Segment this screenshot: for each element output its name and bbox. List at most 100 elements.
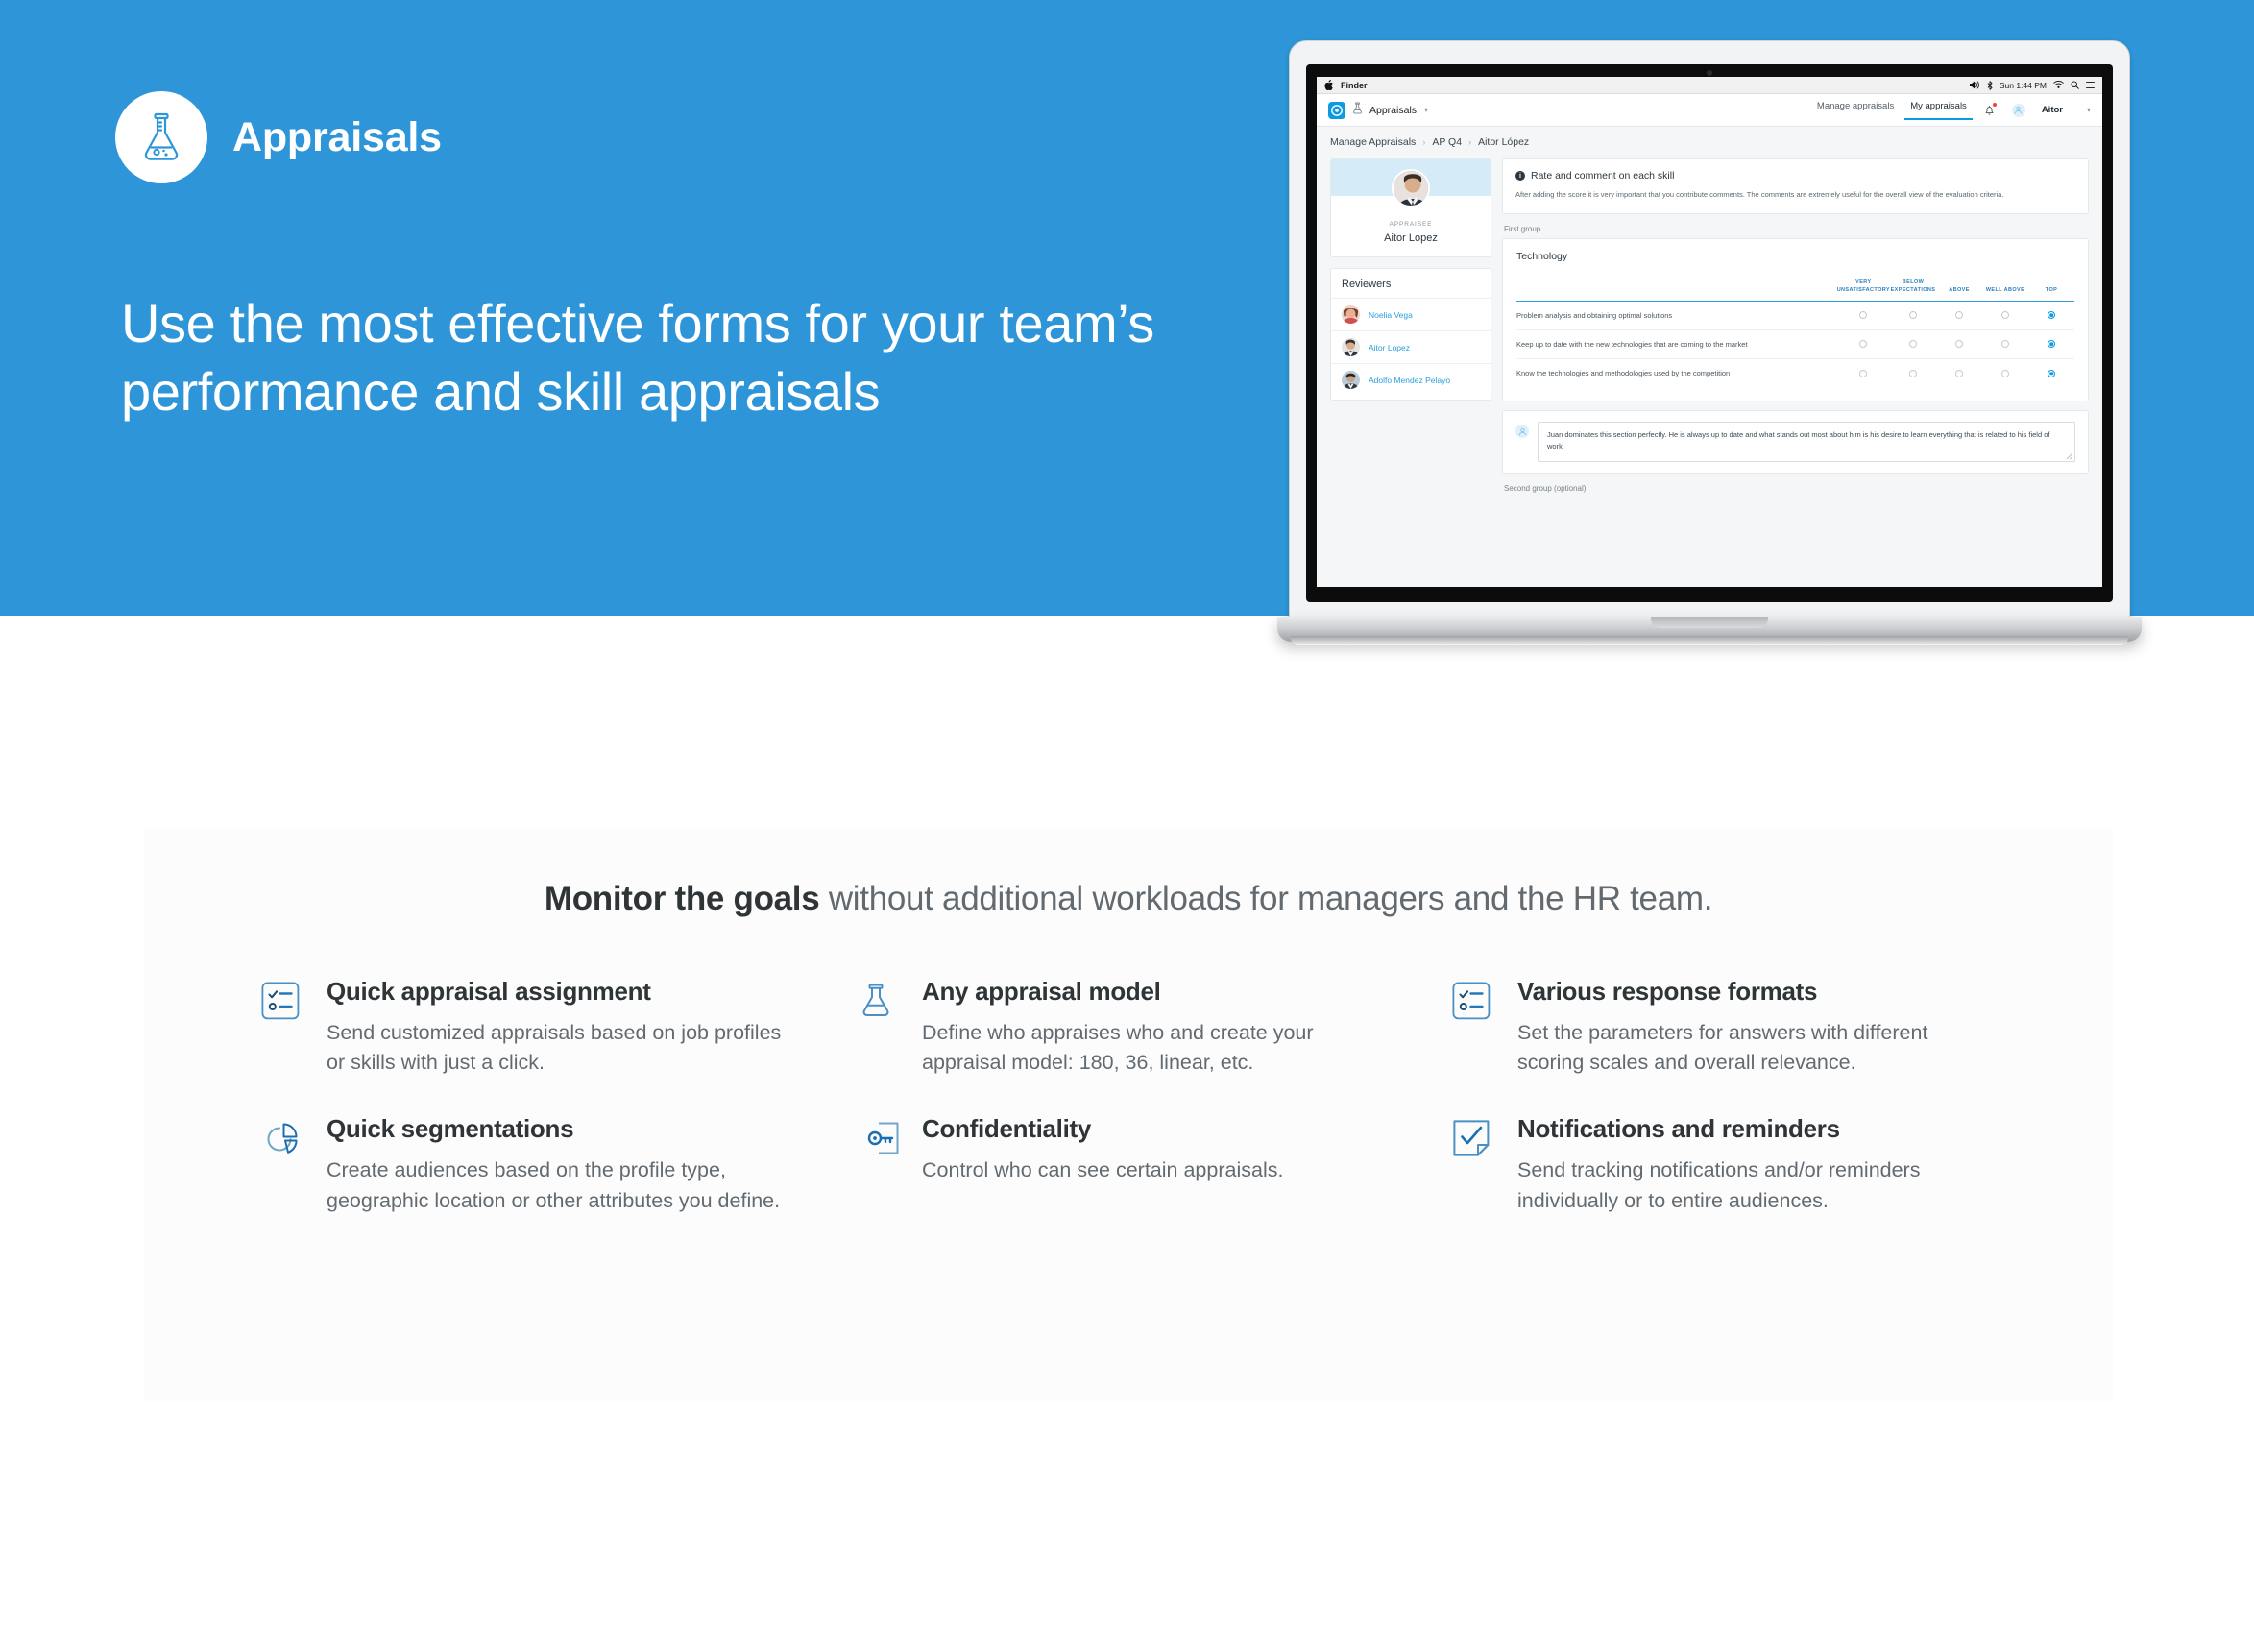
feature-various-response-formats: Various response formats Set the paramet… [1452,978,2067,1079]
radio-option[interactable] [1955,369,1963,377]
radio-option[interactable] [1859,311,1868,320]
key-document-icon [857,1115,901,1216]
skill-option-cell[interactable] [2028,301,2074,330]
reviewers-card: Reviewers Noelia Vega Aitor Lopez Adolfo… [1330,268,1491,401]
radio-option[interactable] [1955,340,1963,349]
feature-title: Various response formats [1517,977,1818,1006]
notification-badge [1992,103,1997,107]
skill-option-cell[interactable] [1890,359,1936,388]
pie-chart-icon [261,1115,305,1216]
skill-option-cell[interactable] [1836,329,1890,360]
radio-option[interactable] [1859,369,1868,377]
skill-option-cell[interactable] [1890,301,1936,330]
flask-icon [857,978,901,1079]
skill-option-cell[interactable] [1982,329,2028,360]
search-icon[interactable] [2071,81,2079,89]
feature-text: Quick segmentations Create audiences bas… [327,1115,788,1216]
feature-notifications-and-reminders: Notifications and reminders Send trackin… [1452,1115,2067,1216]
reviewer-item[interactable]: Aitor Lopez [1331,330,1491,363]
bell-icon[interactable] [1983,103,1997,116]
features-section: Monitor the goals without additional wor… [144,828,2113,1401]
user-chevron-down-icon[interactable]: ▾ [2087,106,2091,114]
brand-title: Appraisals [232,113,442,160]
reviewer-item[interactable]: Noelia Vega [1331,298,1491,330]
features-heading-rest: without additional workloads for manager… [819,880,1713,917]
comment-card: Juan dominates this section perfectly. H… [1502,410,2089,474]
radio-option[interactable] [1859,340,1868,349]
bluetooth-icon[interactable] [1987,80,1993,90]
skill-option-cell[interactable] [1936,301,1982,330]
feature-text: Notifications and reminders Send trackin… [1517,1115,1998,1216]
reviewer-item[interactable]: Adolfo Mendez Pelayo [1331,363,1491,396]
radio-option-selected[interactable] [2048,369,2055,377]
laptop-base-notch [1651,617,1768,628]
skill-option-cell[interactable] [1836,301,1890,330]
nav-user-name[interactable]: Aitor [2042,105,2063,115]
user-avatar-icon[interactable] [2011,103,2025,117]
skill-option-cell[interactable] [1837,359,1890,388]
radio-option[interactable] [2001,340,2009,349]
tab-my-appraisals[interactable]: My appraisals [1904,101,1973,120]
reviewer-name[interactable]: Aitor Lopez [1369,343,1410,352]
slide-root: Appraisals Use the most effective forms … [0,0,2254,1652]
radio-option[interactable] [2001,311,2009,320]
wifi-icon[interactable] [2053,81,2064,89]
macos-active-app: Finder [1341,80,1368,90]
breadcrumb-item-0[interactable]: Manage Appraisals [1330,136,1416,148]
radio-option[interactable] [1909,369,1917,377]
module-flask-icon [1352,102,1363,119]
feature-quick-appraisal-assignment: Quick appraisal assignment Send customiz… [261,978,857,1079]
resize-handle[interactable] [2067,453,2072,460]
reviewer-avatar [1342,371,1360,389]
table-row: Problem analysis and obtaining optimal s… [1516,301,2074,330]
reviewer-name[interactable]: Noelia Vega [1369,310,1413,320]
feature-title: Notifications and reminders [1517,1114,1840,1144]
control-center-icon[interactable] [2086,81,2095,89]
reviewer-name[interactable]: Adolfo Mendez Pelayo [1369,376,1450,385]
skill-option-cell[interactable] [1890,329,1936,360]
volume-icon[interactable] [1969,81,1980,89]
check-note-icon [1452,1115,1496,1216]
feature-title: Quick appraisal assignment [327,977,651,1006]
breadcrumb-item-1[interactable]: AP Q4 [1432,136,1462,148]
skills-col-header-4: TOP [2045,286,2058,293]
skill-option-cell[interactable] [1936,359,1982,388]
group-label-second: Second group (optional) [1504,484,1587,494]
module-label[interactable]: Appraisals [1369,105,1417,116]
comment-avatar-icon [1515,425,1529,439]
tab-manage-appraisals[interactable]: Manage appraisals [1817,101,1894,119]
feature-description: Set the parameters for answers with diff… [1517,1020,1928,1075]
skill-option-cell[interactable] [1982,359,2028,388]
apple-icon[interactable] [1324,80,1333,90]
app-logo-icon[interactable] [1328,101,1345,119]
brand-badge [115,91,207,183]
instructions-title-row: i Rate and comment on each skill [1515,170,2075,182]
radio-option[interactable] [1909,311,1917,320]
feature-description: Create audiences based on the profile ty… [327,1157,781,1212]
radio-option[interactable] [1955,311,1963,320]
skill-option-cell[interactable] [1982,301,2028,330]
skill-option-cell[interactable] [2028,359,2074,388]
laptop-foot [1291,636,2128,645]
feature-title: Confidentiality [922,1114,1092,1144]
breadcrumb-separator: › [1422,137,1426,147]
radio-option[interactable] [2001,369,2009,377]
brand-lockup: Appraisals [115,91,442,183]
feature-confidentiality: Confidentiality Control who can see cert… [857,1115,1452,1216]
skill-question: Keep up to date with the new technologie… [1516,329,1837,360]
radio-option[interactable] [1909,340,1917,349]
radio-option-selected[interactable] [2048,340,2055,349]
radio-option-selected[interactable] [2048,311,2055,320]
comment-textarea[interactable]: Juan dominates this section perfectly. H… [1538,422,2075,463]
skill-option-cell[interactable] [2028,329,2074,360]
skills-question-header [1516,279,1837,301]
appraisee-avatar [1392,169,1430,207]
comment-text: Juan dominates this section perfectly. H… [1547,430,2050,450]
chevron-down-icon[interactable]: ▾ [1424,106,1428,114]
checklist-icon [261,978,305,1079]
macos-clock[interactable]: Sun 1:44 PM [2000,81,2047,90]
skill-question: Problem analysis and obtaining optimal s… [1516,301,1837,330]
breadcrumb-item-2[interactable]: Aitor López [1478,136,1529,148]
skill-option-cell[interactable] [1936,329,1982,360]
reviewer-avatar [1342,338,1360,356]
